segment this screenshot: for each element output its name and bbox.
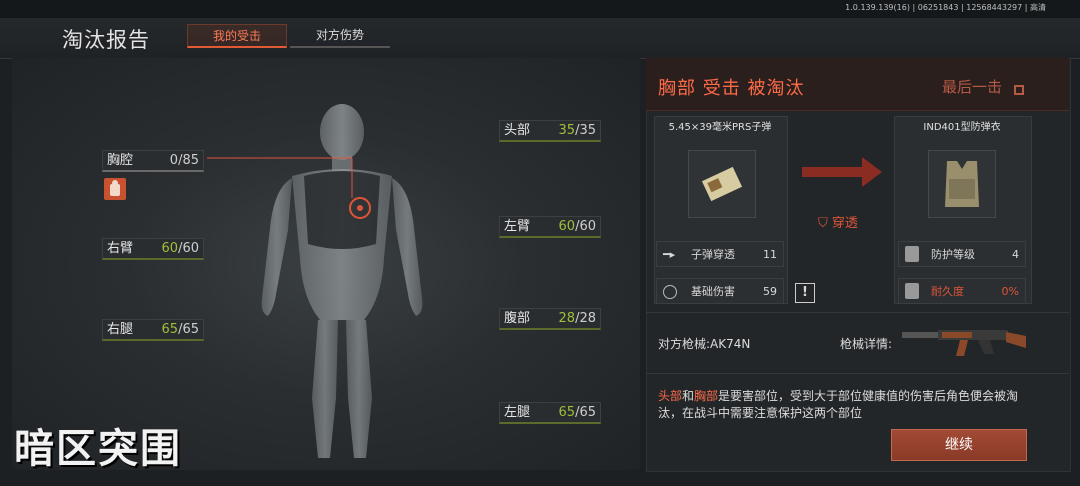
health-current: 28 <box>558 311 576 326</box>
bullet-icon: ━▸ <box>663 248 676 261</box>
health-current: 35 <box>558 123 576 138</box>
body-part-name: 右腿 <box>107 322 134 337</box>
body-part-chest: 胸腔 0/85 <box>102 150 204 172</box>
fracture-status-icon <box>104 178 126 200</box>
durability-icon <box>905 283 919 299</box>
body-part-name: 右臂 <box>107 241 134 256</box>
warning-icon[interactable]: ! <box>795 283 815 303</box>
vital-part-head: 头部 <box>658 389 683 403</box>
health-current: 65 <box>161 322 179 337</box>
stat-label: 防护等级 <box>931 248 975 261</box>
last-blow-label: 最后一击 <box>942 78 1003 96</box>
ammo-box-icon <box>701 166 743 202</box>
rifle-icon[interactable] <box>898 322 1028 364</box>
stat-value: 4 <box>1012 248 1019 261</box>
stat-label: 耐久度 <box>931 285 964 298</box>
status-icon-glyph <box>110 180 120 196</box>
body-part-abdomen: 腹部 28/28 <box>499 308 601 330</box>
weapon-details-label: 枪械详情: <box>840 337 893 351</box>
body-part-name: 胸腔 <box>107 153 134 168</box>
ammo-item-slot[interactable] <box>688 150 756 218</box>
body-part-name: 左腿 <box>504 405 531 420</box>
health-max: /35 <box>575 123 596 138</box>
stat-value: 11 <box>763 248 777 261</box>
health-max: /60 <box>575 219 596 234</box>
vest-icon <box>945 161 979 207</box>
health-current: 0 <box>169 153 179 168</box>
last-blow-icon <box>1014 85 1024 95</box>
page-title: 淘汰报告 <box>62 28 150 52</box>
tab-my-hits[interactable]: 我的受击 <box>187 24 287 48</box>
penetration-label: ⛉ 穿透 <box>818 216 858 231</box>
elimination-title: 胸部 受击 被淘汰 <box>658 78 805 99</box>
body-part-name: 腹部 <box>504 311 531 326</box>
health-current: 65 <box>558 405 576 420</box>
stat-row-penetration: ━▸ 子弹穿透 11 <box>656 241 784 267</box>
body-part-health: 35/35 <box>559 121 596 140</box>
vital-part-chest: 胸部 <box>694 389 719 403</box>
header-bar <box>0 18 1080 59</box>
body-part-health: 65/65 <box>559 403 596 422</box>
body-part-name: 头部 <box>504 123 531 138</box>
description-text: 头部和胸部是要害部位，受到大于部位健康值的伤害后角色便会被淘汰，在战斗中需要注意… <box>658 388 1028 422</box>
body-part-right-leg: 右腿 65/65 <box>102 319 204 341</box>
stat-row-durability: 耐久度 0% <box>898 278 1026 304</box>
body-part-left-arm: 左臂 60/60 <box>499 216 601 238</box>
stat-value: 0% <box>1001 285 1019 298</box>
stat-value: 59 <box>763 285 777 298</box>
penetration-text: 穿透 <box>831 216 858 231</box>
health-current: 60 <box>558 219 576 234</box>
game-logo: 暗区突围 <box>14 426 182 472</box>
health-max: /65 <box>575 405 596 420</box>
body-part-health: 60/60 <box>162 239 199 258</box>
health-max: /85 <box>178 153 199 168</box>
tab-enemy-injuries[interactable]: 对方伤势 <box>290 24 390 48</box>
stat-row-protection-level: 防护等级 4 <box>898 241 1026 267</box>
crosshair-icon <box>663 285 677 299</box>
stat-label: 子弹穿透 <box>691 248 735 261</box>
armor-item-slot[interactable] <box>928 150 996 218</box>
health-max: /65 <box>178 322 199 337</box>
health-max: /28 <box>575 311 596 326</box>
body-part-left-leg: 左腿 65/65 <box>499 402 601 424</box>
penetration-arrow-icon <box>800 155 884 189</box>
body-part-head: 头部 35/35 <box>499 120 601 142</box>
health-max: /60 <box>178 241 199 256</box>
enemy-weapon-label: 对方枪械:AK74N <box>658 337 751 351</box>
stat-label: 基础伤害 <box>691 285 735 298</box>
vest-small-icon <box>905 246 919 262</box>
body-part-health: 0/85 <box>170 151 199 170</box>
build-info: 1.0.139.139(16) | 06251843 | 12568443297… <box>845 3 1046 12</box>
stat-row-base-damage: 基础伤害 59 <box>656 278 784 304</box>
body-part-health: 28/28 <box>559 309 596 328</box>
body-part-right-arm: 右臂 60/60 <box>102 238 204 260</box>
body-part-health: 60/60 <box>559 217 596 236</box>
ammo-name: 5.45×39毫米PRS子弹 <box>668 122 772 133</box>
health-current: 60 <box>161 241 179 256</box>
armor-name: IND401型防弹衣 <box>923 122 1001 133</box>
continue-button[interactable]: 继续 <box>891 429 1027 461</box>
body-part-health: 65/65 <box>162 320 199 339</box>
body-part-name: 左臂 <box>504 219 531 234</box>
description-and: 和 <box>682 389 695 403</box>
